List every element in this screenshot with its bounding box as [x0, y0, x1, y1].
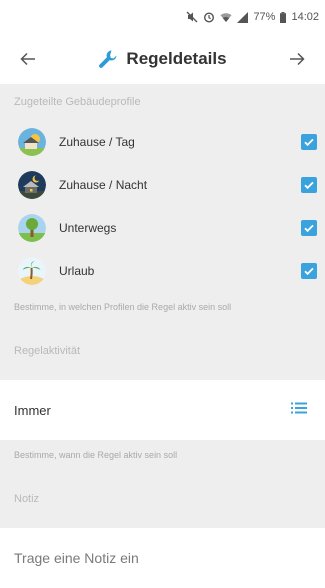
note-row: [0, 528, 325, 588]
checkmark-icon: [304, 267, 314, 275]
checkmark-icon: [304, 181, 314, 189]
checkmark-icon: [304, 138, 314, 146]
profile-label: Urlaub: [59, 263, 95, 278]
activity-hint: Bestimme, wann die Regel aktiv sein soll: [0, 440, 325, 470]
page-title: Regeldetails: [126, 49, 227, 68]
palm-island-icon: [18, 256, 46, 285]
house-day-icon: [18, 127, 46, 156]
profile-row-urlaub[interactable]: Urlaub: [0, 249, 325, 292]
back-button[interactable]: [14, 45, 42, 73]
profile-row-zuhause-nacht[interactable]: Zuhause / Nacht: [0, 163, 325, 206]
note-heading: Notiz: [0, 470, 325, 528]
profile-label: Zuhause / Nacht: [59, 177, 148, 192]
profile-label: Zuhause / Tag: [59, 134, 135, 149]
tree-icon: [18, 213, 46, 242]
battery-percent: 77%: [253, 11, 276, 23]
app-bar: Regeldetails: [0, 34, 325, 84]
activity-selector[interactable]: Immer: [0, 380, 325, 440]
battery-icon: [280, 11, 287, 23]
profile-checkbox[interactable]: [301, 133, 317, 150]
status-bar: 77% 14:02: [0, 0, 325, 34]
checkmark-icon: [304, 224, 314, 232]
profile-checkbox[interactable]: [301, 176, 317, 193]
arrow-right-icon: [290, 52, 305, 66]
profile-checkbox[interactable]: [301, 219, 317, 236]
profiles-list: Zuhause / Tag Zuhause / Nacht Unterwegs …: [0, 120, 325, 292]
signal-icon: [237, 11, 249, 23]
profile-label: Unterwegs: [59, 220, 117, 235]
alarm-icon: [203, 11, 215, 23]
wifi-icon: [220, 11, 232, 23]
note-input[interactable]: [14, 550, 294, 566]
profile-row-zuhause-tag[interactable]: Zuhause / Tag: [0, 120, 325, 163]
clock: 14:02: [291, 11, 319, 23]
profile-checkbox[interactable]: [301, 262, 317, 279]
mute-icon: [186, 11, 198, 23]
activity-value: Immer: [14, 402, 51, 418]
list-icon[interactable]: [291, 401, 307, 419]
profiles-heading: Zugeteilte Gebäudeprofile: [0, 84, 325, 120]
house-night-icon: [18, 170, 46, 199]
forward-button[interactable]: [283, 45, 311, 73]
profiles-hint: Bestimme, in welchen Profilen die Regel …: [0, 292, 325, 322]
title-group: Regeldetails: [98, 49, 227, 69]
activity-heading: Regelaktivität: [0, 322, 325, 380]
profile-row-unterwegs[interactable]: Unterwegs: [0, 206, 325, 249]
wrench-icon: [99, 50, 117, 68]
arrow-left-icon: [20, 52, 35, 66]
